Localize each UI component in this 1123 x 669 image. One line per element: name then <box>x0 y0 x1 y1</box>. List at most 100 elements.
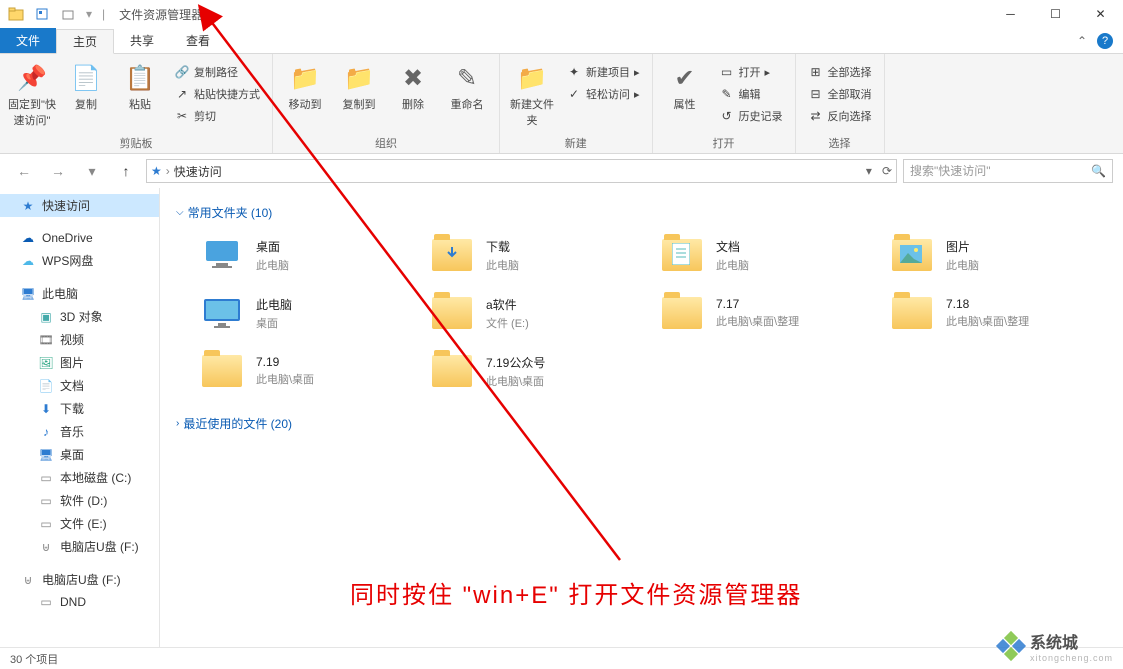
sidebar-item[interactable]: ▭软件 (D:) <box>0 489 159 512</box>
selectall-button[interactable]: ⊞全部选择 <box>804 62 876 82</box>
tab-share[interactable]: 共享 <box>114 28 170 53</box>
folder-icon <box>430 293 474 333</box>
invert-icon: ⇄ <box>808 108 824 124</box>
tab-home[interactable]: 主页 <box>56 29 114 54</box>
sidebar-item[interactable]: 🖥此电脑 <box>0 282 159 305</box>
watermark-title: 系统城 <box>1030 629 1113 653</box>
watermark-icon <box>998 633 1024 659</box>
address-box[interactable]: ★ › 快速访问 ▾⟳ <box>146 159 897 183</box>
sidebar-item[interactable]: ▭文件 (E:) <box>0 512 159 535</box>
sidebar-item[interactable]: ★快速访问 <box>0 194 159 217</box>
copyto-button[interactable]: 📁复制到 <box>335 58 383 112</box>
ribbon-collapse-icon[interactable]: ⌃ <box>1077 34 1087 48</box>
sidebar-item-label: 音乐 <box>60 423 84 440</box>
copy-button[interactable]: 📄复制 <box>62 58 110 112</box>
folder-item[interactable]: 图片此电脑 <box>886 231 1106 279</box>
cut-icon: ✂ <box>174 108 190 124</box>
folder-item[interactable]: 7.18此电脑\桌面\整理 <box>886 289 1106 337</box>
sidebar-item-label: 电脑店U盘 (F:) <box>42 571 121 588</box>
sidebar-item[interactable]: ⊎ 电脑店U盘 (F:) <box>0 535 159 558</box>
up-button[interactable]: ↑ <box>112 158 140 184</box>
usb-icon: ⊎ <box>38 539 54 555</box>
folder-name: 文档 <box>716 238 749 255</box>
folder-grid: 桌面此电脑下载此电脑文档此电脑图片此电脑此电脑桌面a软件文件 (E:)7.17此… <box>196 231 1107 395</box>
folder-item[interactable]: a软件文件 (E:) <box>426 289 646 337</box>
newfolder-button[interactable]: 📁新建文件夹 <box>508 58 556 128</box>
folder-item[interactable]: 7.19公众号此电脑\桌面 <box>426 347 646 395</box>
folder-item[interactable]: 下载此电脑 <box>426 231 646 279</box>
folder-location: 此电脑 <box>486 257 519 273</box>
sidebar-item[interactable]: 🎞视频 <box>0 328 159 351</box>
delete-icon: ✖ <box>397 62 429 94</box>
qat-properties-icon[interactable] <box>30 2 54 26</box>
sidebar-item[interactable]: ⬇下载 <box>0 397 159 420</box>
paste-button[interactable]: 📋粘贴 <box>116 58 164 112</box>
help-icon[interactable]: ? <box>1097 33 1113 49</box>
sidebar-item[interactable]: ▣3D 对象 <box>0 305 159 328</box>
recent-dropdown[interactable]: ▾ <box>78 158 106 184</box>
group-new-label: 新建 <box>508 133 644 151</box>
folder-item[interactable]: 7.17此电脑\桌面\整理 <box>656 289 876 337</box>
forward-button[interactable]: → <box>44 158 72 184</box>
group-organize-label: 组织 <box>281 133 491 151</box>
group-open-label: 打开 <box>661 133 787 151</box>
close-button[interactable]: ✕ <box>1078 0 1123 28</box>
properties-button[interactable]: ✔属性 <box>661 58 709 112</box>
qat-dropdown-icon[interactable]: ▾ <box>86 7 92 21</box>
open-icon: ▭ <box>719 64 735 80</box>
easyaccess-button[interactable]: ✓轻松访问 ▸ <box>562 84 644 104</box>
edit-button[interactable]: ✎编辑 <box>715 84 787 104</box>
rename-button[interactable]: ✎重命名 <box>443 58 491 112</box>
sidebar-item[interactable]: 📄文档 <box>0 374 159 397</box>
folder-name: 7.19公众号 <box>486 354 545 371</box>
breadcrumb[interactable]: 快速访问 <box>174 163 222 180</box>
folder-item[interactable]: 文档此电脑 <box>656 231 876 279</box>
folder-name: 桌面 <box>256 238 289 255</box>
invert-button[interactable]: ⇄反向选择 <box>804 106 876 126</box>
tab-view[interactable]: 查看 <box>170 28 226 53</box>
search-icon[interactable]: 🔍 <box>1091 164 1106 178</box>
search-input[interactable] <box>910 164 1091 178</box>
back-button[interactable]: ← <box>10 158 38 184</box>
sidebar-item[interactable]: 🖼图片 <box>0 351 159 374</box>
pin-quickaccess-button[interactable]: 📌固定到"快速访问" <box>8 58 56 128</box>
newitem-button[interactable]: ✦新建项目 ▸ <box>562 62 644 82</box>
section-frequent[interactable]: ⌵常用文件夹 (10) <box>176 204 1107 221</box>
edit-icon: ✎ <box>719 86 735 102</box>
copy-path-button[interactable]: 🔗复制路径 <box>170 62 264 82</box>
folder-location: 此电脑 <box>946 257 979 273</box>
selectnone-button[interactable]: ⊟全部取消 <box>804 84 876 104</box>
sidebar[interactable]: ★快速访问 ☁OneDrive☁WPS网盘 🖥此电脑▣3D 对象🎞视频🖼图片📄文档⬇… <box>0 188 160 647</box>
folder-name: 7.17 <box>716 297 799 311</box>
maximize-button[interactable]: ☐ <box>1033 0 1078 28</box>
folder-item[interactable]: 7.19此电脑\桌面 <box>196 347 416 395</box>
cut-button[interactable]: ✂剪切 <box>170 106 264 126</box>
section-recent[interactable]: ›最近使用的文件 (20) <box>176 415 1107 432</box>
sidebar-item[interactable]: ▭本地磁盘 (C:) <box>0 466 159 489</box>
qat-newfolder-icon[interactable] <box>56 2 80 26</box>
sidebar-item[interactable]: ⊎电脑店U盘 (F:) <box>0 568 159 591</box>
folder-location: 文件 (E:) <box>486 315 529 331</box>
folder-item[interactable]: 桌面此电脑 <box>196 231 416 279</box>
sidebar-item[interactable]: ☁OneDrive <box>0 227 159 249</box>
tab-file[interactable]: 文件 <box>0 28 56 53</box>
folder-location: 此电脑\桌面\整理 <box>946 313 1029 329</box>
history-button[interactable]: ↺历史记录 <box>715 106 787 126</box>
refresh-icon[interactable]: ⟳ <box>882 164 892 178</box>
sidebar-item[interactable]: ♪音乐 <box>0 420 159 443</box>
paste-shortcut-button[interactable]: ↗粘贴快捷方式 <box>170 84 264 104</box>
sidebar-item[interactable]: ▭DND <box>0 591 159 613</box>
folder-item[interactable]: 此电脑桌面 <box>196 289 416 337</box>
sidebar-item[interactable]: ☁WPS网盘 <box>0 249 159 272</box>
moveto-button[interactable]: 📁移动到 <box>281 58 329 112</box>
sidebar-item-label: 此电脑 <box>42 285 78 302</box>
open-button[interactable]: ▭打开 ▸ <box>715 62 787 82</box>
sidebar-item[interactable]: 🖥桌面 <box>0 443 159 466</box>
delete-button[interactable]: ✖删除 <box>389 58 437 112</box>
search-box[interactable]: 🔍 <box>903 159 1113 183</box>
moveto-icon: 📁 <box>289 62 321 94</box>
sidebar-item-label: 电脑店U盘 (F:) <box>60 538 139 555</box>
cloud-blue-icon: ☁ <box>20 230 36 246</box>
minimize-button[interactable]: ─ <box>988 0 1033 28</box>
address-dropdown-icon[interactable]: ▾ <box>866 164 872 178</box>
